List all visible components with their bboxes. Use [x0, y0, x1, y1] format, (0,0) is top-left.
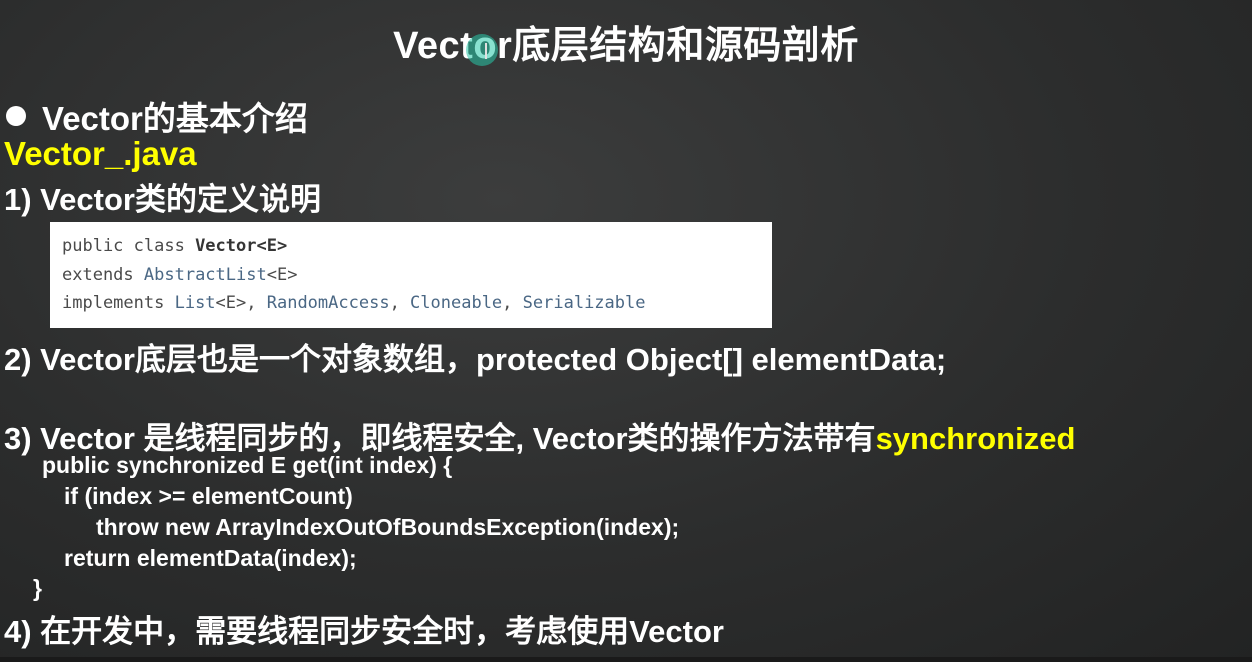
- code-line-5: }: [33, 575, 42, 601]
- declaration-line-3-sep-3: ,: [502, 293, 523, 313]
- declaration-line-3-sep-2: ,: [389, 293, 411, 313]
- item-3-highlight: synchronized: [875, 421, 1076, 456]
- declaration-line-1-prefix: public class: [62, 236, 196, 256]
- bullet-icon: [6, 106, 26, 126]
- code-line-3: throw new ArrayIndexOutOfBoundsException…: [96, 514, 680, 540]
- declaration-line-3-sep-1: <E>,: [215, 293, 267, 313]
- file-name: Vector_.java: [4, 135, 197, 172]
- declaration-interface-randomaccess-link[interactable]: RandomAccess: [267, 293, 390, 313]
- code-line-2: if (index >= elementCount): [64, 483, 353, 509]
- item-3-text: 3) Vector 是线程同步的，即线程安全, Vector类的操作方法带有: [4, 421, 876, 456]
- bottom-divider: [0, 657, 1252, 662]
- section-heading: Vector的基本介绍: [42, 100, 308, 137]
- declaration-interface-list-link[interactable]: List: [175, 293, 216, 313]
- cursor-highlight-icon: [466, 34, 498, 66]
- declaration-line-2-prefix: extends: [62, 264, 144, 285]
- declaration-interface-cloneable-link[interactable]: Cloneable: [410, 293, 502, 313]
- code-line-4: return elementData(index);: [64, 545, 357, 571]
- declaration-line-2-suffix: <E>: [266, 264, 298, 285]
- declaration-interface-serializable-link[interactable]: Serializable: [523, 293, 646, 313]
- declaration-line-1: public class Vector<E>: [62, 232, 760, 261]
- item-2-text: 2) Vector底层也是一个对象数组，protected Object[] e…: [4, 342, 947, 377]
- declaration-class-name: Vector<E>: [195, 236, 288, 256]
- text-cursor-icon: [485, 43, 487, 59]
- section-heading-row: Vector的基本介绍: [6, 92, 308, 140]
- declaration-line-3: implements List<E>, RandomAccess, Clonea…: [62, 289, 760, 318]
- declaration-superclass-link[interactable]: AbstractList: [144, 265, 267, 285]
- declaration-line-3-prefix: implements: [62, 293, 175, 313]
- item-4-text: 4) 在开发中，需要线程同步安全时，考虑使用Vector: [4, 614, 724, 649]
- declaration-line-2: extends AbstractList<E>: [62, 261, 760, 290]
- class-declaration-box: public class Vector<E> extends AbstractL…: [50, 222, 772, 328]
- item-1-text: 1) Vector类的定义说明: [4, 182, 321, 217]
- code-line-1: public synchronized E get(int index) {: [42, 452, 453, 478]
- slide-title: Vector底层结构和源码剖析: [393, 25, 859, 67]
